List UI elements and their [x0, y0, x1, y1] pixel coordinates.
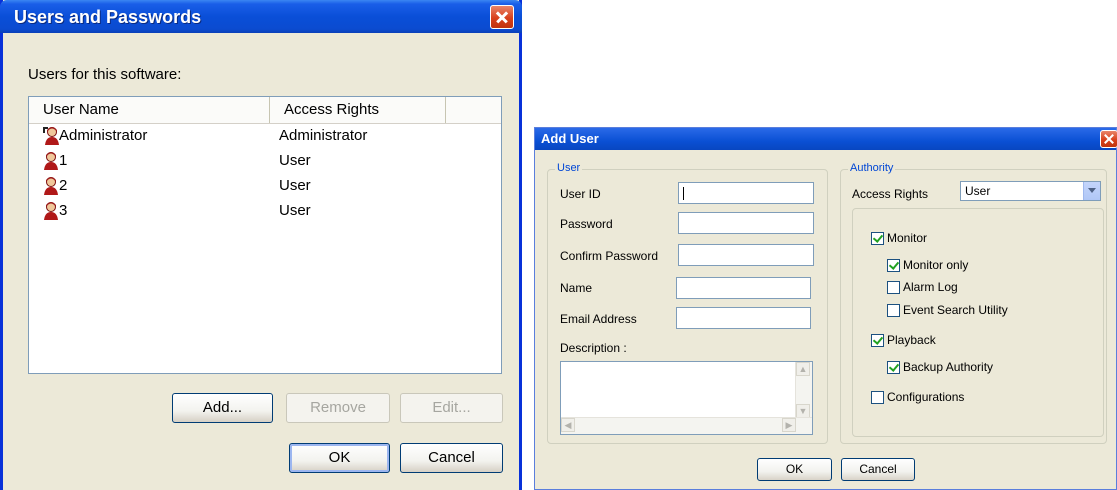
- horizontal-scrollbar[interactable]: ◀ ▶: [561, 417, 812, 434]
- user-group-title: User: [555, 162, 583, 174]
- scroll-up-icon[interactable]: ▲: [796, 362, 810, 376]
- scroll-down-icon[interactable]: ▼: [796, 404, 810, 418]
- admin-user-icon: [43, 127, 59, 145]
- password-input[interactable]: [678, 212, 814, 234]
- chevron-down-icon[interactable]: [1083, 182, 1100, 200]
- access-rights-cell: User: [279, 152, 311, 169]
- monitor-label: Monitor: [887, 231, 928, 245]
- authority-group: Authority Access Rights User Monitor Mon…: [840, 162, 1107, 444]
- list-item[interactable]: 3 User: [29, 199, 501, 223]
- list-item[interactable]: 1 User: [29, 149, 501, 173]
- monitor-only-checkbox[interactable]: [887, 259, 900, 272]
- confirm-password-input[interactable]: [678, 244, 814, 266]
- configurations-label: Configurations: [887, 390, 965, 404]
- description-label: Description :: [560, 341, 627, 355]
- password-label: Password: [560, 217, 613, 231]
- permissions-box: Monitor Monitor only Alarm Log Event Sea…: [852, 208, 1104, 437]
- backup-authority-checkbox[interactable]: [887, 361, 900, 374]
- scroll-left-icon[interactable]: ◀: [561, 418, 575, 432]
- list-item[interactable]: 2 User: [29, 174, 501, 198]
- user-name-cell: 3: [59, 202, 68, 219]
- remove-button[interactable]: Remove: [286, 393, 390, 423]
- name-input[interactable]: [676, 277, 811, 299]
- column-header-empty: [446, 97, 501, 123]
- user-group: User User ID Password Confirm Password N…: [547, 162, 828, 444]
- cancel-button[interactable]: Cancel: [400, 443, 503, 473]
- scroll-right-icon[interactable]: ▶: [782, 418, 796, 432]
- users-label: Users for this software:: [28, 66, 182, 83]
- user-icon: [44, 177, 58, 195]
- dialog-title: Add User: [541, 131, 599, 146]
- alarm-log-checkbox[interactable]: [887, 281, 900, 294]
- monitor-only-label: Monitor only: [903, 258, 969, 272]
- access-rights-value: User: [965, 184, 991, 198]
- column-header-user-name[interactable]: User Name: [29, 97, 270, 123]
- event-search-utility-label: Event Search Utility: [903, 303, 1008, 317]
- user-name-cell: 1: [59, 152, 68, 169]
- alarm-log-label: Alarm Log: [903, 280, 958, 294]
- close-icon[interactable]: [1100, 130, 1117, 148]
- description-textarea[interactable]: ▲ ▼ ◀ ▶: [560, 361, 813, 435]
- playback-checkbox[interactable]: [871, 334, 884, 347]
- text-caret: [683, 187, 684, 200]
- users-list[interactable]: User Name Access Rights Administrator Ad…: [28, 96, 502, 374]
- add-user-dialog: Add User User User ID Password Confirm P…: [534, 127, 1117, 490]
- cancel-button[interactable]: Cancel: [841, 458, 915, 481]
- configurations-checkbox[interactable]: [871, 391, 884, 404]
- edit-button[interactable]: Edit...: [400, 393, 503, 423]
- access-rights-cell: User: [279, 177, 311, 194]
- event-search-utility-checkbox[interactable]: [887, 304, 900, 317]
- authority-group-title: Authority: [848, 162, 896, 174]
- user-name-cell: Administrator: [59, 127, 148, 144]
- playback-label: Playback: [887, 333, 936, 347]
- add-button[interactable]: Add...: [172, 393, 273, 423]
- user-name-cell: 2: [59, 177, 68, 194]
- email-address-input[interactable]: [676, 307, 811, 329]
- list-item[interactable]: Administrator Administrator: [29, 124, 501, 148]
- user-icon: [44, 202, 58, 220]
- close-icon[interactable]: [490, 5, 514, 29]
- confirm-password-label: Confirm Password: [560, 249, 659, 263]
- user-id-label: User ID: [560, 187, 601, 201]
- access-rights-label: Access Rights: [852, 187, 929, 201]
- window-title: Users and Passwords: [14, 7, 202, 27]
- access-rights-select[interactable]: User: [960, 181, 1101, 201]
- user-icon: [44, 152, 58, 170]
- monitor-checkbox[interactable]: [871, 232, 884, 245]
- user-id-input[interactable]: [678, 182, 814, 204]
- list-header: User Name Access Rights: [29, 97, 501, 124]
- title-bar[interactable]: Add User: [535, 128, 1117, 150]
- access-rights-cell: Administrator: [279, 127, 368, 144]
- ok-button[interactable]: OK: [289, 443, 390, 473]
- access-rights-cell: User: [279, 202, 311, 219]
- column-header-access-rights[interactable]: Access Rights: [270, 97, 446, 123]
- title-bar[interactable]: Users and Passwords: [0, 0, 522, 33]
- email-address-label: Email Address: [560, 312, 637, 326]
- ok-button[interactable]: OK: [757, 458, 832, 481]
- users-and-passwords-window: Users and Passwords Users for this softw…: [0, 0, 522, 490]
- name-label: Name: [560, 281, 593, 295]
- backup-authority-label: Backup Authority: [903, 360, 994, 374]
